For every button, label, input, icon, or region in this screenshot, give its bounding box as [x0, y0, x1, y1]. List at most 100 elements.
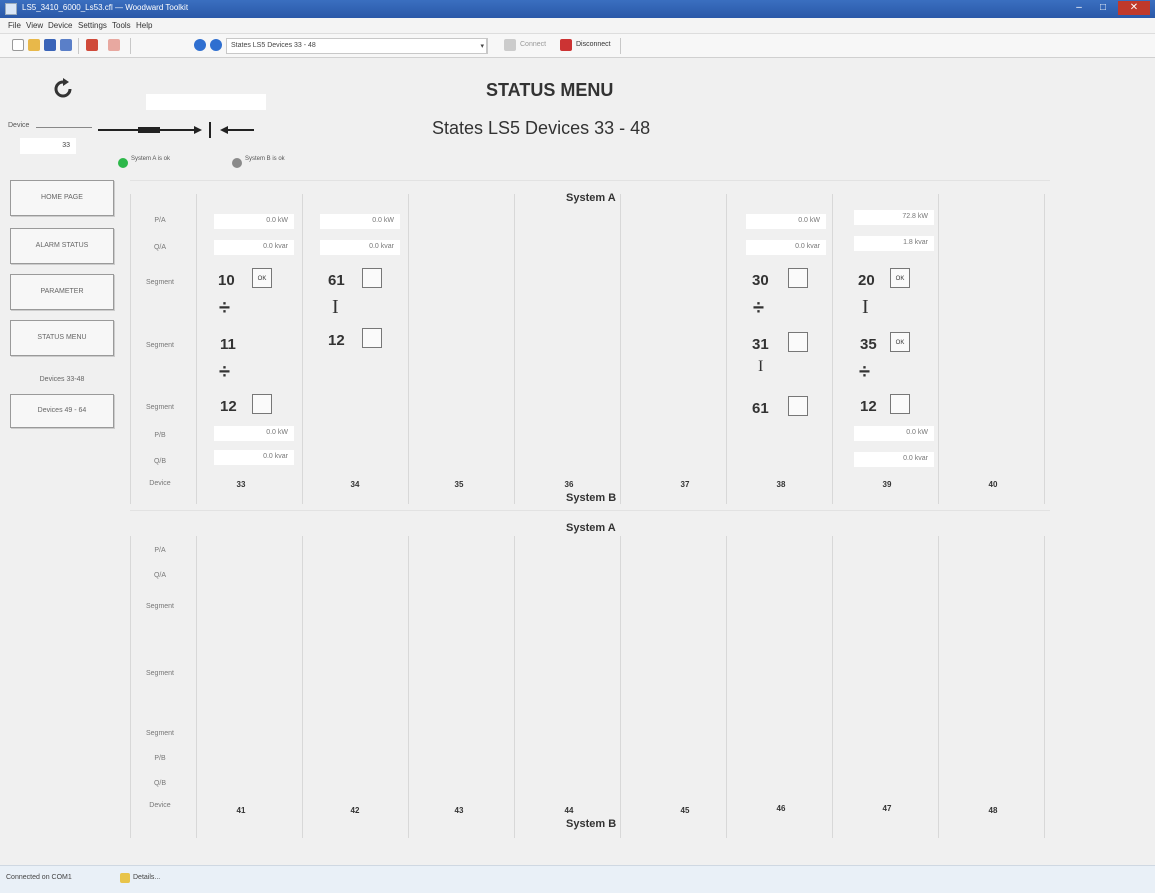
row-label-segment: Segment — [145, 342, 175, 349]
row-label-qa: Q/A — [153, 244, 167, 251]
disconnect-button[interactable]: Disconnect — [576, 41, 611, 48]
grid-line — [196, 536, 197, 838]
row-label-pb: P/B — [154, 755, 166, 762]
device-number: 41 — [236, 806, 246, 815]
device-number: 39 — [882, 480, 892, 489]
details-icon[interactable] — [120, 873, 130, 883]
breaker-open-box — [362, 268, 382, 288]
panel-a-top-border — [130, 180, 1050, 181]
menu-help[interactable]: Help — [136, 21, 152, 30]
row-label-segment: Segment — [145, 603, 175, 610]
open-folder-icon[interactable] — [28, 39, 40, 51]
save-all-icon[interactable] — [60, 39, 72, 51]
new-file-icon[interactable] — [12, 39, 24, 51]
minimize-icon[interactable]: – — [1068, 1, 1090, 15]
pa-value: 0.0 kW — [214, 214, 294, 229]
device-number: 46 — [776, 804, 786, 813]
grid-line — [514, 194, 515, 504]
menu-settings[interactable]: Settings — [78, 21, 107, 30]
menu-device[interactable]: Device — [48, 21, 72, 30]
disconnected-symbol: ÷ — [859, 361, 870, 383]
system-b-status-label: System B is ok — [245, 156, 285, 162]
close-icon[interactable]: ✕ — [1118, 1, 1150, 15]
grid-line — [938, 194, 939, 504]
alarm-status-button[interactable]: ALARM STATUS — [10, 228, 114, 264]
menu-tools[interactable]: Tools — [112, 21, 131, 30]
connected-symbol: I — [758, 358, 764, 375]
view-select[interactable]: States LS5 Devices 33 - 48 ▾ — [226, 38, 488, 54]
row-label-segment: Segment — [145, 404, 175, 411]
grid-line — [1044, 194, 1045, 504]
menu-view[interactable]: View — [26, 21, 43, 30]
breaker-closed-box: OK — [890, 268, 910, 288]
main-area: STATUS MENU States LS5 Devices 33 - 48 D… — [0, 60, 1155, 865]
segment-number: 61 — [328, 272, 345, 289]
device-label: Device — [8, 122, 30, 129]
row-label-segment: Segment — [145, 279, 175, 286]
breaker-open-box — [788, 332, 808, 352]
qb-value: 0.0 kvar — [854, 452, 934, 467]
details-link[interactable]: Details... — [133, 874, 160, 881]
calendar-icon[interactable] — [86, 39, 98, 51]
disconnected-symbol: ÷ — [219, 361, 230, 383]
grid-line — [1044, 536, 1045, 838]
row-label-device: Device — [149, 480, 171, 487]
panel-b-system-b-label: System B — [566, 818, 617, 830]
breaker-open-box — [890, 394, 910, 414]
segment-number: 11 — [220, 336, 236, 353]
blank-field — [146, 94, 266, 110]
grid-line — [130, 194, 131, 504]
page-title: STATUS MENU — [486, 80, 614, 100]
breaker-closed-box: OK — [890, 332, 910, 352]
connected-symbol: I — [862, 296, 869, 318]
view-select-value: States LS5 Devices 33 - 48 — [231, 42, 316, 49]
connection-status: Connected on COM1 — [6, 874, 72, 881]
disconnected-symbol: ÷ — [753, 297, 764, 319]
maximize-icon[interactable]: □ — [1092, 1, 1114, 15]
device-number: 38 — [776, 480, 786, 489]
disconnect-icon[interactable] — [560, 39, 572, 51]
devices-49-64-button[interactable]: Devices 49 - 64 — [10, 394, 114, 428]
back-icon[interactable] — [194, 39, 206, 51]
forward-icon[interactable] — [210, 39, 222, 51]
breaker-line-icon — [98, 122, 254, 138]
system-a-status-led — [118, 158, 128, 168]
connect-button[interactable]: Connect — [520, 41, 546, 48]
menu-bar: File View Device Settings Tools Help — [0, 18, 1155, 34]
refresh-icon[interactable] — [52, 78, 74, 100]
breaker-open-box — [252, 394, 272, 414]
device-number: 47 — [882, 804, 892, 813]
save-icon[interactable] — [44, 39, 56, 51]
toolbar: States LS5 Devices 33 - 48 ▾ Connect Dis… — [0, 34, 1155, 58]
grid-line — [832, 194, 833, 504]
row-label-qa: Q/A — [153, 572, 167, 579]
device-underline — [36, 127, 92, 128]
connect-icon — [504, 39, 516, 51]
grid-line — [726, 194, 727, 504]
device-number: 40 — [988, 480, 998, 489]
toolbar-separator — [486, 38, 487, 54]
row-label-pb: P/B — [154, 432, 166, 439]
segment-number: 12 — [860, 398, 877, 415]
row-label-pa: P/A — [154, 217, 166, 224]
grid-line — [408, 536, 409, 838]
pa-value: 72.8 kW — [854, 210, 934, 225]
home-page-button[interactable]: HOME PAGE — [10, 180, 114, 216]
device-number: 35 — [454, 480, 464, 489]
toolbar-separator — [130, 38, 131, 54]
pb-value: 0.0 kW — [854, 426, 934, 441]
system-a-status-label: System A is ok — [131, 156, 171, 162]
connected-symbol: I — [332, 296, 339, 318]
grid-line — [130, 536, 131, 838]
parameter-button[interactable]: PARAMETER — [10, 274, 114, 310]
device-number: 33 — [236, 480, 246, 489]
segment-number: 31 — [752, 336, 769, 353]
window-title: LS5_3410_6000_Ls53.cfl — Woodward Toolki… — [22, 3, 189, 12]
calendar-disabled-icon — [108, 39, 120, 51]
device-number: 45 — [680, 806, 690, 815]
device-number-field[interactable]: 33 — [20, 138, 76, 154]
grid-line — [196, 194, 197, 504]
status-menu-button[interactable]: STATUS MENU — [10, 320, 114, 356]
breaker-open-box — [362, 328, 382, 348]
menu-file[interactable]: File — [8, 21, 21, 30]
